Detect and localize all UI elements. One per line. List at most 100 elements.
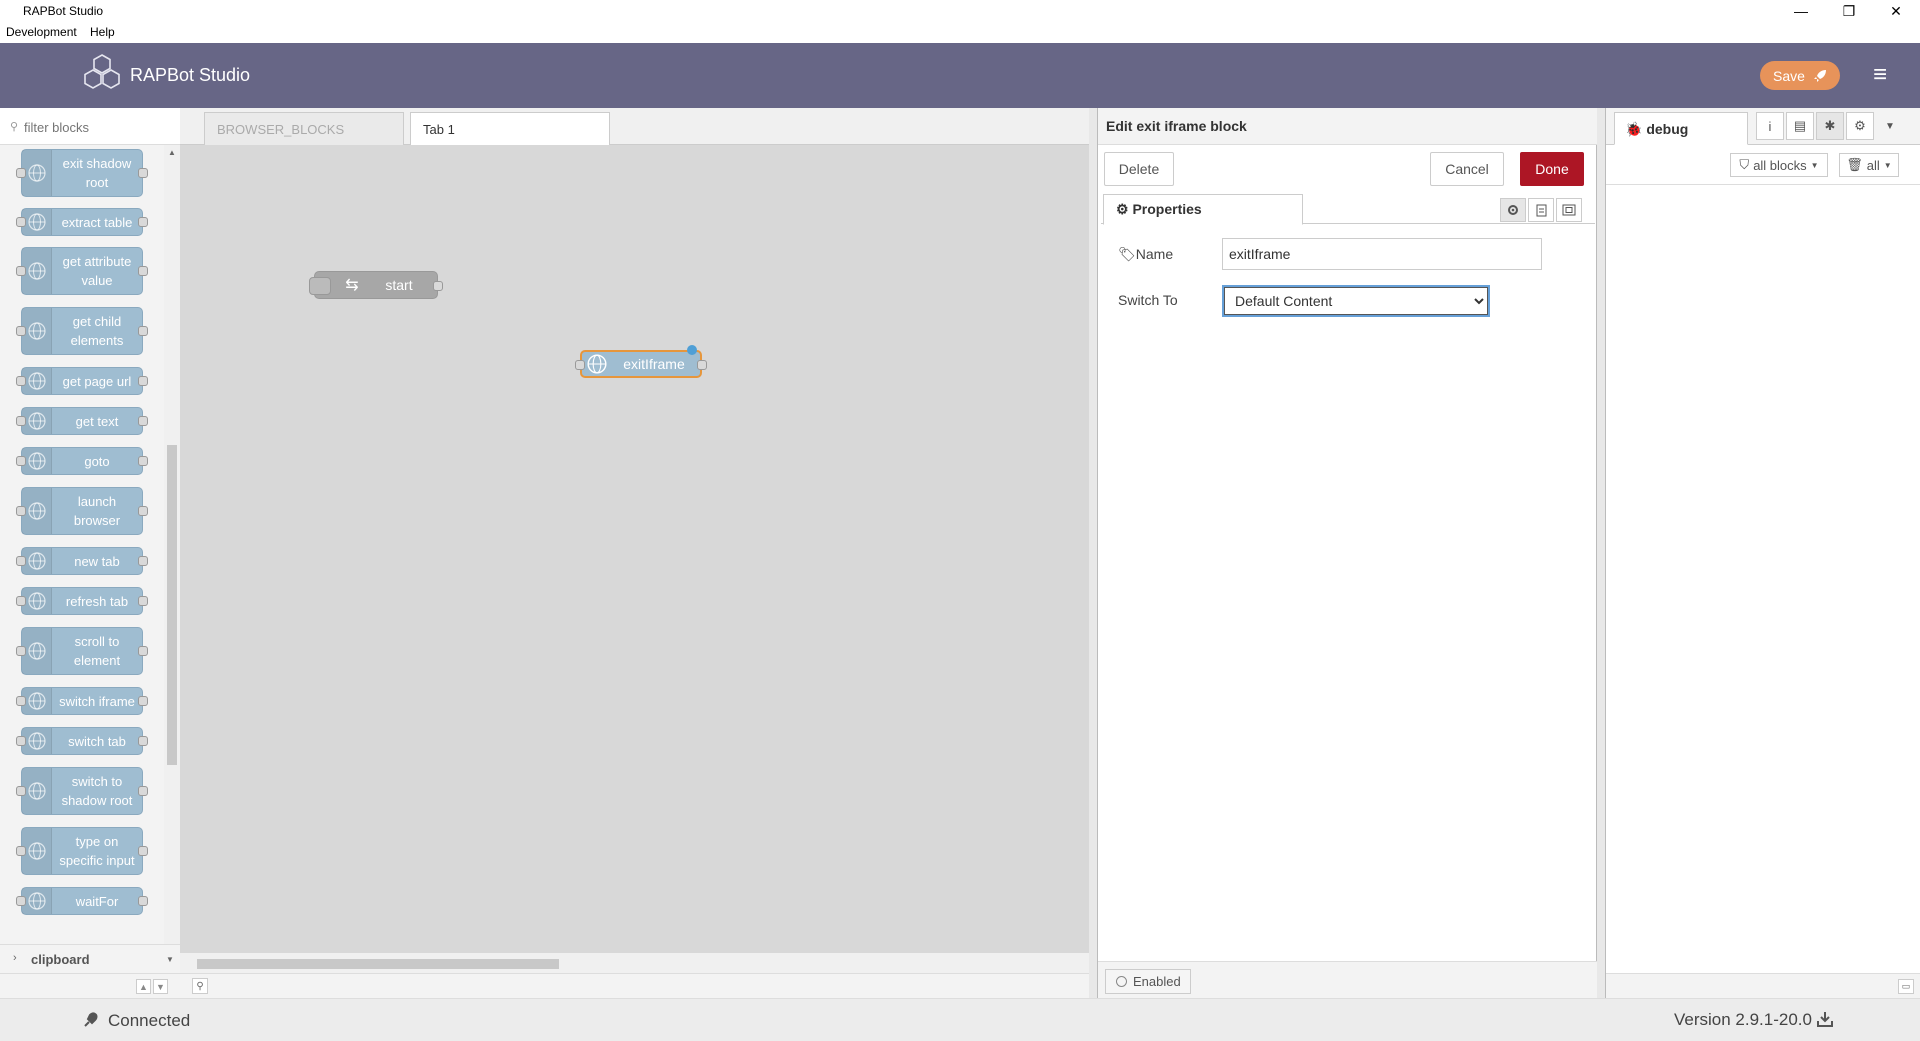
info-icon[interactable]: i [1756, 112, 1784, 140]
done-button[interactable]: Done [1520, 152, 1584, 186]
input-port [16, 168, 26, 178]
trash-icon: 🗑 [1846, 157, 1863, 172]
rocket-icon [1813, 69, 1826, 82]
input-port[interactable] [575, 360, 585, 370]
palette-block[interactable]: extract table [16, 208, 148, 236]
description-file-icon[interactable] [1528, 198, 1554, 222]
status-bar: Connected Version 2.9.1-20.0 [0, 998, 1920, 1041]
palette-block-label: get text [75, 413, 119, 429]
flow-node-exitiframe[interactable]: exitIframe [575, 345, 707, 378]
tab-debug-label: debug [1646, 121, 1689, 137]
workspace-scroll-thumb[interactable] [197, 959, 559, 969]
flow-node-label: exitIframe [623, 356, 685, 372]
flow-node-start[interactable]: ⇆ start [309, 271, 443, 299]
connection-status: Connected [108, 1011, 191, 1030]
menu-help[interactable]: Help [90, 25, 115, 39]
save-button[interactable]: Save [1760, 61, 1840, 90]
input-port [16, 506, 26, 516]
hamburger-menu-icon[interactable]: ≡ [1866, 63, 1894, 87]
download-update-icon[interactable] [1816, 1010, 1834, 1028]
sidebar-splitter[interactable] [1597, 108, 1605, 998]
tab-debug[interactable]: 🐞 debug [1614, 112, 1748, 145]
debug-bug-icon[interactable]: ✱ [1816, 112, 1844, 140]
workspace-hscrollbar[interactable] [180, 953, 1089, 973]
palette-filter: ⚲ [0, 108, 180, 145]
input-port [16, 266, 26, 276]
gear-icon[interactable]: ⚙ [1846, 112, 1874, 140]
palette-block[interactable]: waitFor [16, 887, 148, 915]
flow-canvas[interactable]: ⇆ start exitIframe [180, 145, 1089, 953]
clear-label: all [1866, 157, 1880, 173]
enabled-toggle[interactable]: Enabled [1105, 969, 1191, 994]
filter-all-blocks-button[interactable]: ⛉ all blocks ▼ [1730, 153, 1828, 177]
cancel-button[interactable]: Cancel [1430, 152, 1504, 186]
palette-block[interactable]: get attribute value [16, 247, 148, 295]
block-palette: ⚲ exit shadow root extract table get att… [0, 108, 180, 998]
palette-block[interactable]: launch browser [16, 487, 148, 535]
open-window-icon[interactable]: ▭ [1898, 979, 1914, 994]
close-window-button[interactable]: ✕ [1873, 0, 1919, 22]
palette-block[interactable]: scroll to element [16, 627, 148, 675]
workspace-tabs: BROWSER_BLOCKS Tab 1 [180, 108, 1089, 145]
hexagon-logo-icon [84, 54, 120, 89]
input-port [16, 786, 26, 796]
chevron-right-icon: › [13, 952, 17, 964]
globe-icon [582, 352, 612, 376]
palette-block[interactable]: get child elements [16, 307, 148, 355]
workspace: BROWSER_BLOCKS Tab 1 ⇆ start exitIframe … [180, 108, 1089, 998]
palette-scrollbar[interactable]: ▲ [164, 145, 180, 955]
collapse-all-icon[interactable]: ▲ [136, 979, 151, 994]
output-port[interactable] [433, 281, 443, 291]
palette-block[interactable]: refresh tab [16, 587, 148, 615]
palette-block[interactable]: get text [16, 407, 148, 435]
inject-button[interactable] [309, 277, 331, 295]
palette-block[interactable]: switch to shadow root [16, 767, 148, 815]
chevron-down-icon[interactable]: ▼ [1876, 112, 1904, 140]
name-input[interactable] [1222, 238, 1542, 270]
minimize-button[interactable]: — [1778, 0, 1824, 22]
tab-tab-1[interactable]: Tab 1 [410, 112, 610, 145]
output-port [138, 646, 148, 656]
palette-block[interactable]: exit shadow root [16, 149, 148, 197]
palette-scroll-thumb[interactable] [167, 445, 177, 765]
palette-block[interactable]: switch iframe [16, 687, 148, 715]
category-label: clipboard [31, 952, 90, 967]
clear-all-button[interactable]: 🗑 all ▼ [1839, 153, 1899, 177]
search-icon[interactable]: ⚲ [192, 978, 208, 994]
expand-all-icon[interactable]: ▼ [153, 979, 168, 994]
globe-icon [22, 368, 52, 394]
menu-development[interactable]: Development [6, 25, 77, 39]
palette-block-label: type on specific input [59, 834, 135, 868]
palette-block-label: scroll to element [73, 634, 121, 668]
palette-block-label: get page url [62, 373, 132, 389]
output-port[interactable] [697, 360, 707, 370]
version-label: Version 2.9.1-20.0 [1674, 1010, 1812, 1029]
palette-block[interactable]: new tab [16, 547, 148, 575]
book-icon[interactable]: ▤ [1786, 112, 1814, 140]
restore-button[interactable]: ❐ [1826, 0, 1872, 22]
scroll-down-icon[interactable]: ▼ [166, 955, 174, 964]
settings-gear-icon[interactable] [1500, 198, 1526, 222]
output-port [138, 846, 148, 856]
palette-block[interactable]: get page url [16, 367, 148, 395]
plug-icon [84, 1012, 98, 1027]
input-port [16, 556, 26, 566]
delete-button[interactable]: Delete [1104, 152, 1174, 186]
globe-icon [22, 768, 52, 814]
palette-block[interactable]: switch tab [16, 727, 148, 755]
category-clipboard[interactable]: › clipboard ▼ [0, 944, 180, 974]
filter-blocks-input[interactable] [24, 117, 174, 137]
appearance-icon[interactable] [1556, 198, 1582, 222]
tab-properties[interactable]: ⚙ Properties [1103, 194, 1303, 225]
splitter[interactable] [1089, 108, 1097, 998]
palette-block[interactable]: type on specific input [16, 827, 148, 875]
palette-block-label: refresh tab [65, 593, 129, 609]
output-port [138, 266, 148, 276]
palette-block[interactable]: goto [16, 447, 148, 475]
palette-block-label: waitFor [75, 893, 119, 909]
globe-icon [22, 588, 52, 614]
globe-icon [22, 628, 52, 674]
switch-to-select[interactable]: Default Content [1222, 285, 1490, 317]
tab-browser-blocks[interactable]: BROWSER_BLOCKS [204, 112, 404, 145]
scroll-up-icon[interactable]: ▲ [168, 148, 176, 157]
